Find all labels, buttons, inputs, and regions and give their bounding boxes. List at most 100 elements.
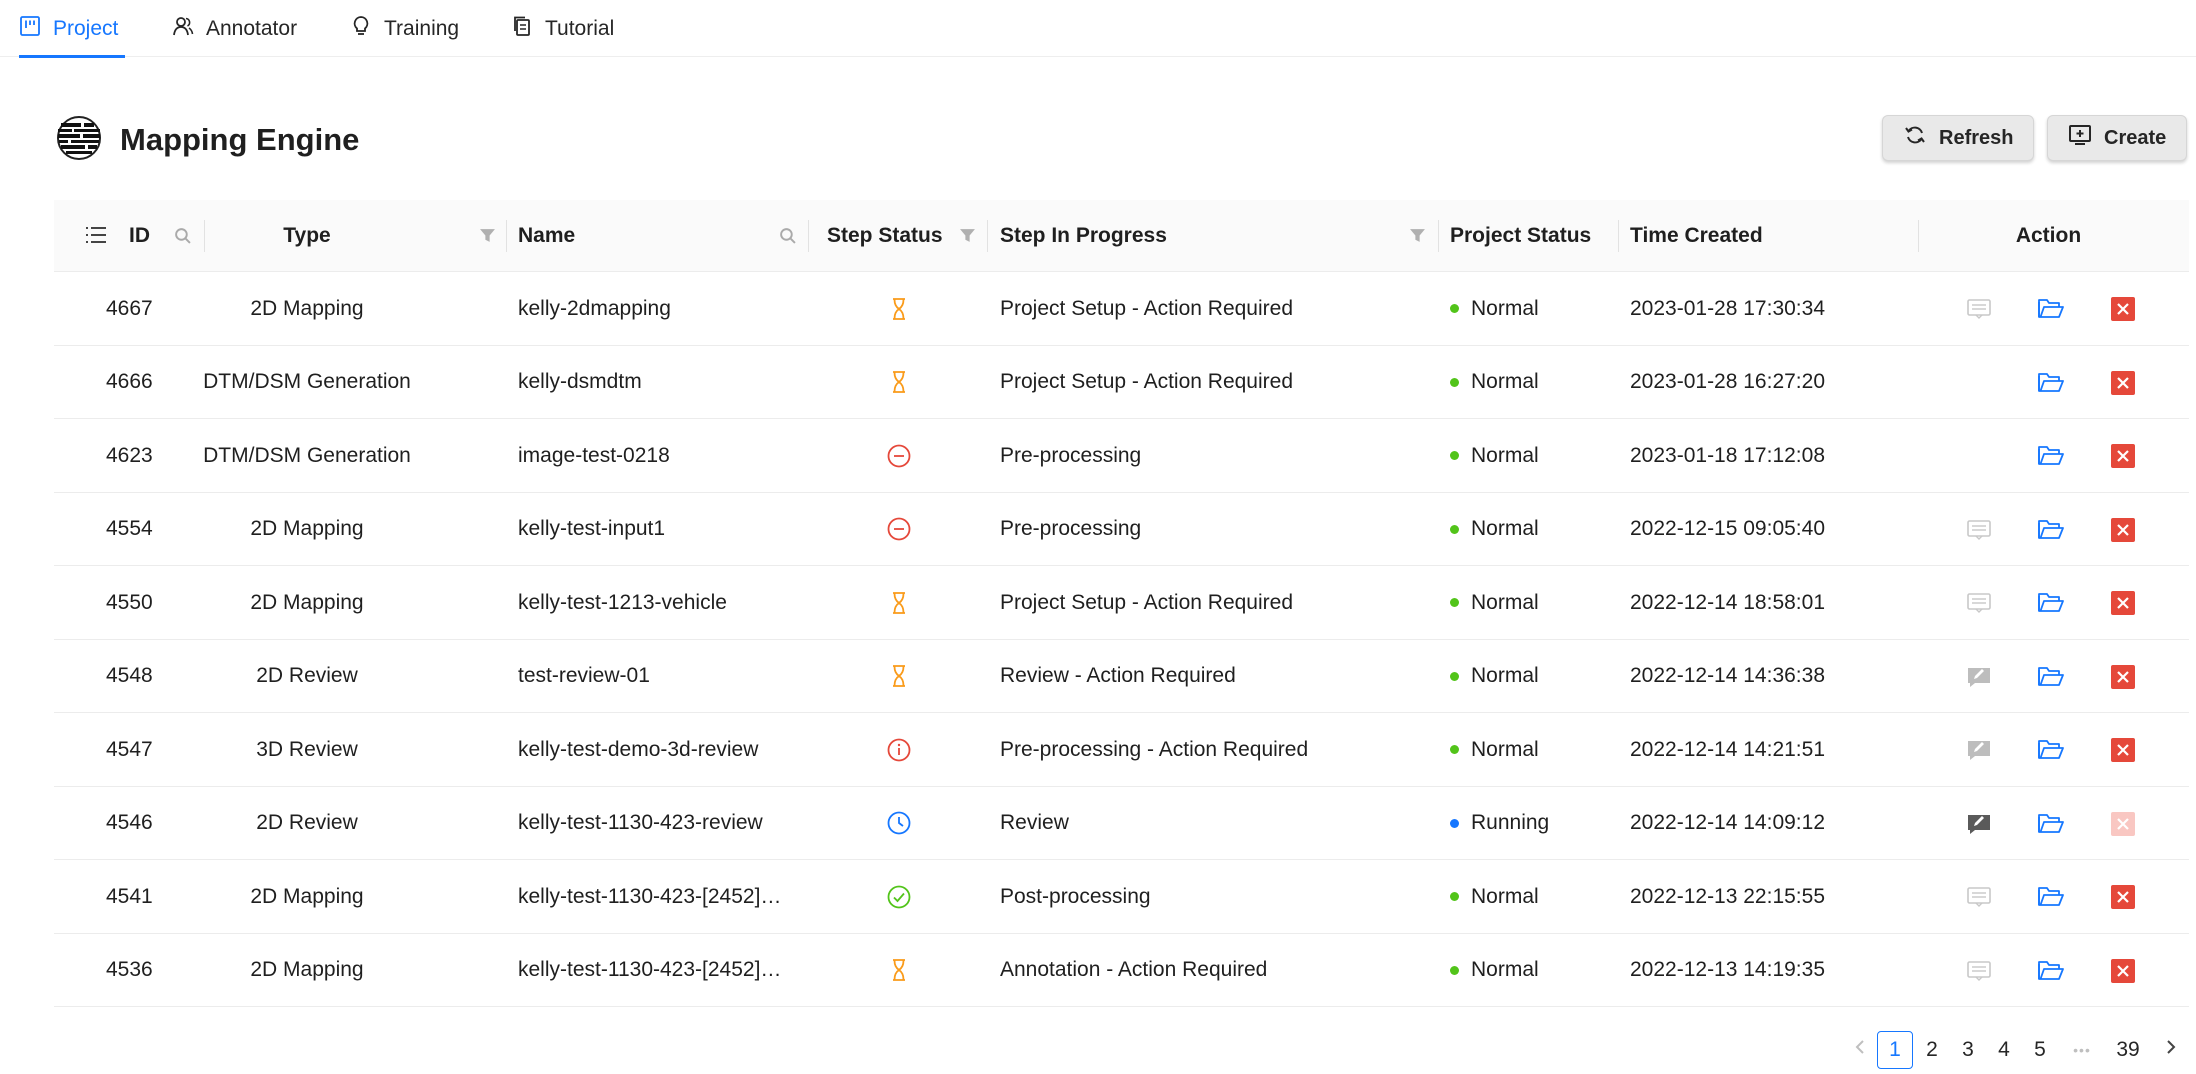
delete-icon[interactable]	[2105, 953, 2141, 989]
page-ellipsis[interactable]: •••	[2064, 1031, 2100, 1069]
cell-step-in-progress: Annotation - Action Required	[1000, 958, 1268, 982]
tab-annotator[interactable]: Annotator	[172, 0, 297, 57]
page-button[interactable]: 5	[2022, 1031, 2058, 1069]
open-folder-icon[interactable]	[2033, 585, 2069, 621]
cell-id: 4541	[106, 884, 153, 908]
open-folder-icon[interactable]	[2033, 953, 2069, 989]
create-button[interactable]: Create	[2047, 115, 2188, 161]
status-label: Normal	[1471, 958, 1539, 982]
message-icon[interactable]	[1961, 512, 1997, 548]
cell-id: 4547	[106, 737, 153, 761]
list-order-icon[interactable]	[82, 200, 108, 272]
open-folder-icon[interactable]	[2033, 659, 2069, 695]
table-row[interactable]: 4667 2D Mapping kelly-2dmapping Project Set…	[54, 272, 2189, 346]
table-row[interactable]: 4548 2D Review test-review-01 Review - Acti…	[54, 640, 2189, 713]
cell-id: 4536	[106, 958, 153, 982]
table-row[interactable]: 4554 2D Mapping kelly-test-input1 Pre-proce…	[54, 493, 2189, 567]
cell-project-status: Normal	[1450, 713, 1539, 787]
cell-project-status: Normal	[1450, 272, 1539, 346]
page-button[interactable]: 39	[2110, 1031, 2146, 1069]
cell-time-created: 2022-12-14 14:36:38	[1630, 664, 1825, 688]
tab-project[interactable]: Project	[19, 0, 125, 58]
cell-type: DTM/DSM Generation	[203, 443, 411, 467]
delete-icon[interactable]	[2105, 879, 2141, 915]
open-folder-icon[interactable]	[2033, 438, 2069, 474]
table-row[interactable]: 4546 2D Review kelly-test-1130-423-review R…	[54, 787, 2189, 860]
table-row[interactable]: 4550 2D Mapping kelly-test-1213-vehicle Pro…	[54, 566, 2189, 640]
tab-label: Annotator	[206, 16, 298, 40]
cell-project-status: Normal	[1450, 493, 1539, 567]
hourglass-icon	[886, 272, 912, 346]
delete-icon[interactable]	[2105, 291, 2141, 327]
table-row[interactable]: 4541 2D Mapping kelly-test-1130-423-[2452]…	[54, 860, 2189, 934]
table-row[interactable]: 4547 3D Review kelly-test-demo-3d-review Pr…	[54, 713, 2189, 787]
page-button[interactable]: 2	[1914, 1031, 1950, 1069]
hourglass-icon	[886, 346, 912, 420]
cell-project-status: Normal	[1450, 934, 1539, 1008]
message-icon[interactable]	[1961, 953, 1997, 989]
training-bulb-icon	[350, 15, 372, 43]
table-row[interactable]: 4536 2D Mapping kelly-test-1130-423-[2452]…	[54, 934, 2189, 1008]
cell-time-created: 2022-12-13 22:15:55	[1630, 884, 1825, 908]
step-status-filter-wrap	[954, 200, 984, 272]
name-search-icon[interactable]	[774, 222, 800, 248]
delete-icon[interactable]	[2105, 585, 2141, 621]
projects-table: ID Type Name Step Status Step In Progres…	[54, 200, 2189, 1007]
delete-icon[interactable]	[2105, 512, 2141, 548]
cell-id: 4548	[106, 664, 153, 688]
review-comment-icon[interactable]	[1961, 806, 1997, 842]
delete-icon	[2105, 806, 2141, 842]
cell-name: kelly-test-demo-3d-review	[518, 737, 759, 761]
step-status-filter-icon[interactable]	[954, 222, 980, 248]
delete-icon[interactable]	[2105, 365, 2141, 401]
status-label: Normal	[1471, 370, 1539, 394]
message-icon[interactable]	[1961, 585, 1997, 621]
cell-id: 4546	[106, 811, 153, 835]
message-icon[interactable]	[1961, 879, 1997, 915]
review-comment-icon[interactable]	[1961, 659, 1997, 695]
prev-page-button[interactable]	[1842, 1031, 1878, 1069]
status-label: Normal	[1471, 737, 1539, 761]
page-button[interactable]: 3	[1950, 1031, 1986, 1069]
cell-name: kelly-test-input1	[518, 517, 666, 541]
table-header: ID Type Name Step Status Step In Progres…	[54, 200, 2189, 272]
cell-id: 4554	[106, 517, 153, 541]
page-button[interactable]: 1	[1877, 1031, 1913, 1069]
open-folder-icon[interactable]	[2033, 879, 2069, 915]
cell-name: kelly-test-1130-423-[2452]…	[518, 884, 782, 908]
open-folder-icon[interactable]	[2033, 732, 2069, 768]
message-icon[interactable]	[1961, 291, 1997, 327]
status-label: Normal	[1471, 664, 1539, 688]
cell-time-created: 2023-01-28 17:30:34	[1630, 296, 1825, 320]
id-search-icon[interactable]	[169, 222, 195, 248]
delete-icon[interactable]	[2105, 732, 2141, 768]
tab-label: Tutorial	[545, 16, 615, 40]
delete-icon[interactable]	[2105, 438, 2141, 474]
tutorial-copy-icon	[511, 15, 533, 43]
page-button[interactable]: 4	[1986, 1031, 2022, 1069]
open-folder-icon[interactable]	[2033, 365, 2069, 401]
column-separator	[808, 220, 809, 252]
open-folder-icon[interactable]	[2033, 291, 2069, 327]
cell-id: 4623	[106, 443, 153, 467]
minus-circle-icon	[886, 419, 912, 493]
status-label: Normal	[1471, 590, 1539, 614]
page-title: Mapping Engine	[120, 122, 360, 157]
table-row[interactable]: 4623 DTM/DSM Generation image-test-0218 Pre…	[54, 419, 2189, 493]
step-progress-filter-icon[interactable]	[1404, 222, 1430, 248]
next-page-button[interactable]	[2153, 1031, 2189, 1069]
minus-circle-icon	[886, 493, 912, 567]
tab-training[interactable]: Training	[350, 0, 459, 57]
cell-time-created: 2022-12-14 14:21:51	[1630, 737, 1825, 761]
annotator-people-icon	[172, 15, 194, 43]
open-folder-icon[interactable]	[2033, 512, 2069, 548]
type-filter-icon[interactable]	[474, 222, 500, 248]
table-row[interactable]: 4666 DTM/DSM Generation kelly-dsmdtm Projec…	[54, 346, 2189, 420]
delete-icon[interactable]	[2105, 659, 2141, 695]
refresh-button[interactable]: Refresh	[1882, 115, 2035, 161]
review-comment-icon[interactable]	[1961, 732, 1997, 768]
cell-type: 2D Mapping	[250, 590, 364, 614]
tab-tutorial[interactable]: Tutorial	[511, 0, 614, 57]
column-header-step-status: Step Status	[827, 224, 943, 247]
open-folder-icon[interactable]	[2033, 806, 2069, 842]
